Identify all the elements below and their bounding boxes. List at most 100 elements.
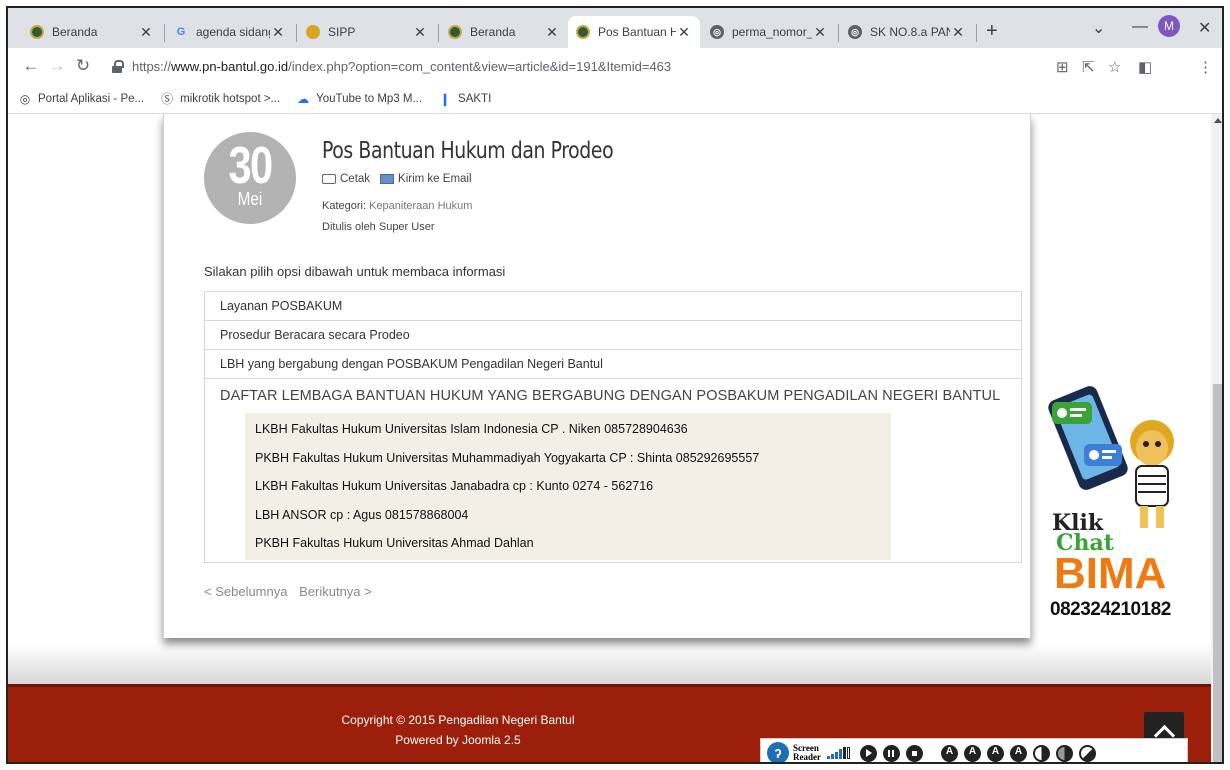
accordion: Layanan POSBAKUM Prosedur Beracara secar… xyxy=(204,291,1022,563)
close-icon[interactable]: ✕ xyxy=(950,24,966,41)
close-window-button[interactable]: ✕ xyxy=(1198,18,1211,38)
article-pager: < Sebelumnya Berikutnya > xyxy=(204,584,380,599)
volume-bars-icon[interactable] xyxy=(827,747,851,759)
stop-icon[interactable] xyxy=(906,744,923,762)
close-icon[interactable]: ✕ xyxy=(412,24,428,41)
share-icon[interactable]: ⇱ xyxy=(1082,58,1095,76)
scroll-up-arrow-icon[interactable] xyxy=(1214,118,1222,123)
accordion-item-daftar: DAFTAR LEMBAGA BANTUAN HUKUM YANG BERGAB… xyxy=(205,379,1021,560)
ear-icon[interactable]: ʔ xyxy=(767,742,789,762)
tab-beranda-2[interactable]: Beranda ✕ xyxy=(440,16,568,48)
tab-title: SIPP xyxy=(328,25,356,39)
cloud-download-icon: ☁ xyxy=(297,91,310,106)
chat-bima-widget[interactable]: Klik Chat BIMA 082324210182 xyxy=(1048,384,1188,624)
pause-icon[interactable] xyxy=(883,744,900,762)
grayscale-icon[interactable] xyxy=(1056,744,1073,762)
reload-icon[interactable]: ↻ xyxy=(70,56,96,76)
chat-phone-text: 082324210182 xyxy=(1050,599,1171,620)
list-item: PKBH Fakultas Hukum Universitas Ahmad Da… xyxy=(255,536,534,551)
new-tab-button[interactable]: + xyxy=(986,20,998,43)
bookmark-portal[interactable]: ◎ Portal Aplikasi - Pe... xyxy=(18,92,144,106)
article-author: Ditulis oleh Super User xyxy=(322,221,435,233)
translate-icon[interactable]: ⊞ xyxy=(1056,58,1069,76)
tab-agenda-sidang[interactable]: G agenda sidang ✕ xyxy=(166,16,294,48)
category-link[interactable]: Kepaniteraan Hukum xyxy=(369,200,472,212)
tab-sipp[interactable]: SIPP ✕ xyxy=(298,16,436,48)
print-label: Cetak xyxy=(340,173,371,185)
tab-pos-bantuan[interactable]: Pos Bantuan H ✕ xyxy=(568,16,700,48)
tab-beranda-1[interactable]: Beranda ✕ xyxy=(22,16,162,48)
date-day: 30 xyxy=(228,137,273,195)
intro-text: Silakan pilih opsi dibawah untuk membaca… xyxy=(204,264,506,279)
tab-divider xyxy=(438,24,439,42)
accordion-item-layanan[interactable]: Layanan POSBAKUM xyxy=(205,292,1021,321)
address-bar[interactable]: https://www.pn-bantul.go.id/index.php?op… xyxy=(112,54,1042,78)
list-item: LBH ANSOR cp : Agus 081578868004 xyxy=(255,507,469,522)
reset-font-icon[interactable] xyxy=(987,744,1004,762)
tab-divider xyxy=(164,24,165,42)
bookmark-label: mikrotik hotspot >... xyxy=(180,92,281,105)
bookmark-sakti[interactable]: ❙ SAKTI xyxy=(438,92,491,106)
invert-icon[interactable] xyxy=(1075,740,1100,762)
bookmark-star-icon[interactable]: ☆ xyxy=(1108,58,1121,76)
page-viewport: 30 Mei Pos Bantuan Hukum dan Prodeo Ceta… xyxy=(8,114,1211,762)
bookmark-mikrotik[interactable]: Ⓢ mikrotik hotspot >... xyxy=(160,92,280,106)
tab-sk-no8[interactable]: ◎ SK NO.8.a PAN ✕ xyxy=(840,16,974,48)
globe-icon: ◎ xyxy=(710,25,724,39)
next-link[interactable]: Berikutnya > xyxy=(299,584,372,599)
tab-strip: Beranda ✕ G agenda sidang ✕ SIPP ✕ Beran… xyxy=(8,8,1222,48)
previous-link[interactable]: < Sebelumnya xyxy=(204,584,287,599)
url-path: /index.php?option=com_content&view=artic… xyxy=(288,58,672,74)
close-icon[interactable]: ✕ xyxy=(138,24,154,41)
page-scrollbar[interactable] xyxy=(1211,114,1222,762)
contrast-icon[interactable] xyxy=(1033,744,1050,762)
court-logo-icon xyxy=(576,25,590,39)
article-category: Kategori: Kepaniteraan Hukum xyxy=(322,200,472,212)
category-label: Kategori: xyxy=(322,200,367,212)
menu-kebab-icon[interactable]: ⋮ xyxy=(1198,58,1213,76)
tab-title: agenda sidang xyxy=(196,25,270,39)
accordion-open-title[interactable]: DAFTAR LEMBAGA BANTUAN HUKUM YANG BERGAB… xyxy=(220,379,1021,413)
decrease-font-icon[interactable] xyxy=(964,744,981,762)
footer-copyright: Copyright © 2015 Pengadilan Negeri Bantu… xyxy=(341,713,575,727)
tab-title: Pos Bantuan H xyxy=(598,25,676,39)
play-icon[interactable] xyxy=(860,744,877,762)
article-actions: Cetak Kirim ke Email xyxy=(322,173,482,185)
accordion-item-prosedur[interactable]: Prosedur Beracara secara Prodeo xyxy=(205,321,1021,350)
tab-search-icon[interactable]: ⌄ xyxy=(1092,18,1105,38)
screen-reader-label: Screen Reader xyxy=(793,743,821,762)
tab-title: Beranda xyxy=(52,25,98,39)
tab-perma[interactable]: ◎ perma_nomor_ ✕ xyxy=(702,16,836,48)
lock-icon xyxy=(112,59,124,73)
browser-toolbar: ← → ↻ https://www.pn-bantul.go.id/index.… xyxy=(8,48,1222,84)
email-button[interactable]: Kirim ke Email xyxy=(380,173,472,185)
increase-font-icon[interactable] xyxy=(941,744,958,762)
date-month: Mei xyxy=(237,189,263,209)
bookmark-label: YouTube to Mp3 M... xyxy=(316,92,423,105)
sipp-logo-icon xyxy=(306,25,320,39)
profile-avatar[interactable]: M xyxy=(1158,15,1180,37)
minimize-button[interactable]: — xyxy=(1132,18,1148,36)
printer-icon xyxy=(322,174,336,184)
sakti-icon: ❙ xyxy=(440,91,451,106)
back-arrow-icon[interactable]: ← xyxy=(18,56,44,76)
footer-gradient xyxy=(8,644,1211,684)
email-icon xyxy=(380,174,395,184)
tab-divider xyxy=(296,24,297,42)
close-icon[interactable]: ✕ xyxy=(812,24,828,41)
court-logo-icon xyxy=(30,25,44,39)
bookmark-youtube-mp3[interactable]: ☁ YouTube to Mp3 M... xyxy=(296,92,422,106)
close-icon[interactable]: ✕ xyxy=(544,24,560,41)
accordion-item-lbh[interactable]: LBH yang bergabung dengan POSBAKUM Penga… xyxy=(205,350,1021,379)
bookmark-label: Portal Aplikasi - Pe... xyxy=(38,92,145,105)
side-panel-icon[interactable]: ◧ xyxy=(1138,58,1152,76)
font-style-icon[interactable] xyxy=(1010,744,1027,762)
google-icon: G xyxy=(176,26,186,38)
forward-arrow-icon[interactable]: → xyxy=(44,56,70,76)
print-button[interactable]: Cetak xyxy=(322,173,370,185)
url-host: www.pn-bantul.go.id xyxy=(171,58,289,74)
list-item: LKBH Fakultas Hukum Universitas Islam In… xyxy=(255,422,688,437)
scrollbar-thumb[interactable] xyxy=(1213,384,1222,762)
close-icon[interactable]: ✕ xyxy=(676,24,692,41)
close-icon[interactable]: ✕ xyxy=(270,24,286,41)
